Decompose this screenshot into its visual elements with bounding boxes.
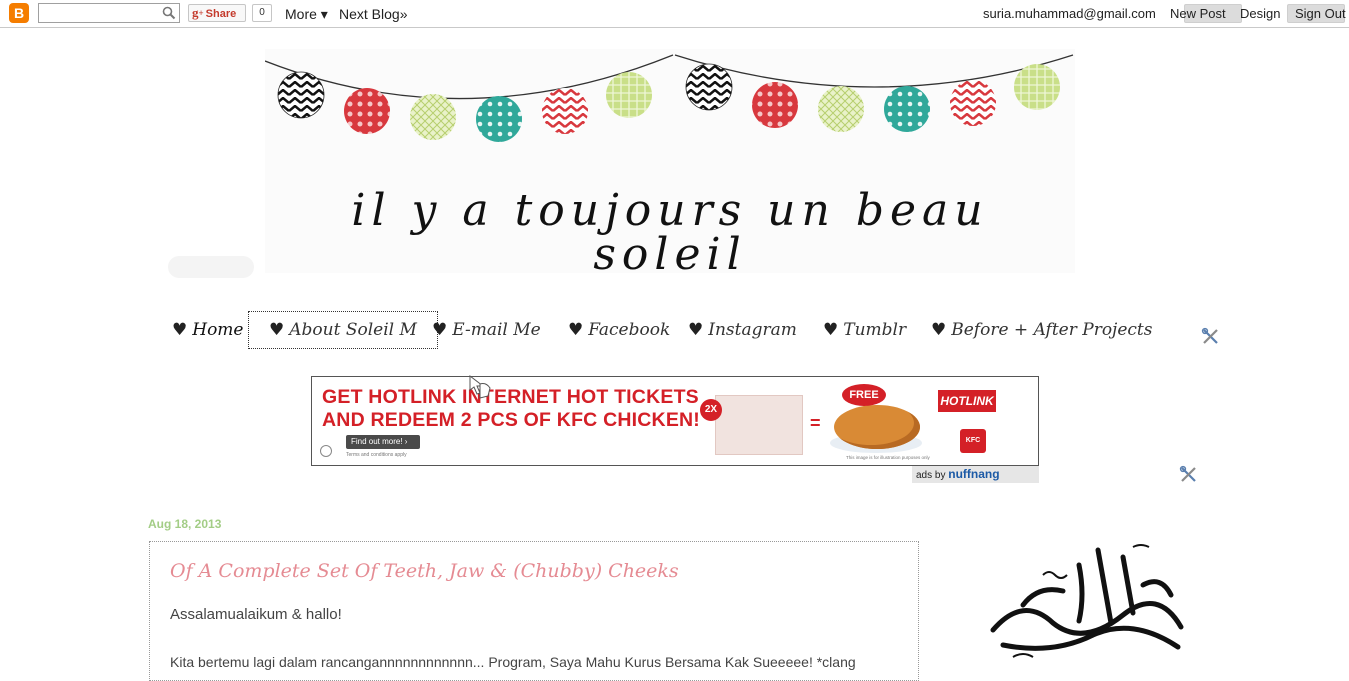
post-body: Kita bertemu lagi dalam rancangannnnnnnn… [170,654,856,670]
next-blog-link[interactable]: Next Blog» [339,6,407,22]
blogger-navbar: B g+ Share 0 More ▾ Next Blog» suria.muha… [0,0,1349,28]
sign-out-link[interactable]: Sign Out [1295,6,1346,21]
share-count: 0 [252,4,272,22]
tab-home[interactable]: ♥ Home [172,314,244,347]
ad-headline: GET HOTLINK INTERNET HOT TICKETS AND RED… [322,386,701,431]
tab-label: Instagram [708,320,797,340]
blog-title: il y a toujours un beau soleil [351,185,989,280]
kfc-logo: KFC [960,429,986,453]
tab-tumblr[interactable]: ♥ Tumblr [823,314,906,347]
heart-icon: ♥ [432,320,448,340]
tab-label: Home [192,320,244,340]
multiplier-badge: 2X [700,399,722,421]
nuffnang-logo: nuffnang [948,467,1000,481]
chicken-image [834,405,920,449]
tab-label: About Soleil M [289,320,417,340]
tab-instagram[interactable]: ♥ Instagram [688,314,797,347]
blog-post: Of A Complete Set Of Teeth, Jaw & (Chubb… [149,541,919,681]
tab-label: Tumblr [843,320,907,340]
blog-header[interactable]: il y a toujours un beau soleil [265,49,1075,277]
post-title[interactable]: Of A Complete Set Of Teeth, Jaw & (Chubb… [170,560,679,582]
search-icon[interactable] [162,6,176,20]
heart-icon: ♥ [172,320,188,340]
blogger-logo-icon[interactable]: B [9,3,29,23]
free-badge: FREE [842,384,886,406]
ad-disclaimer: This image is for illustration purposes … [846,455,930,460]
account-email[interactable]: suria.muhammad@gmail.com [983,6,1156,21]
heart-icon: ♥ [931,320,947,340]
header-watermark [168,256,254,278]
power-icon [320,445,332,457]
equals-sign: = [810,413,821,433]
share-label: Share [205,8,237,20]
heart-icon: ♥ [823,320,839,340]
ads-by-label: ads by [916,470,946,481]
find-out-more-button[interactable]: Find out more! › [346,435,420,449]
tab-label: Before + After Projects [951,320,1153,340]
post-date: Aug 18, 2013 [148,517,222,531]
hotlink-logo: HOTLINK [938,390,996,412]
new-post-link[interactable]: New Post [1170,6,1226,21]
tab-before-after-projects[interactable]: ♥ Before + After Projects [931,314,1152,347]
hand-cursor-icon [469,374,491,399]
wrench-screwdriver-icon[interactable] [1179,465,1199,485]
ticket-pack-image [715,395,803,455]
google-plus-share-button[interactable]: g+ Share [188,4,246,22]
post-greeting: Assalamualaikum & hallo! [170,606,342,623]
design-link[interactable]: Design [1240,6,1280,21]
google-plus-icon: g+ [192,5,204,20]
search-input[interactable] [42,5,164,23]
heart-icon: ♥ [688,320,704,340]
wrench-screwdriver-icon[interactable] [1201,327,1221,347]
calligraphy-image [990,544,1184,658]
ads-by-nuffnang[interactable]: ads by nuffnang [912,466,1039,483]
more-menu[interactable]: More ▾ [285,6,328,23]
tab-label: Facebook [588,320,671,340]
tab-about-soleil-m[interactable]: ♥ About Soleil M [248,311,438,349]
tab-label: E-mail Me [452,320,541,340]
heart-icon: ♥ [269,320,285,340]
ad-terms: Terms and conditions apply [346,452,407,458]
heart-icon: ♥ [568,320,584,340]
tab-facebook[interactable]: ♥ Facebook [568,314,670,347]
hotlink-kfc-banner-ad[interactable]: GET HOTLINK INTERNET HOT TICKETS AND RED… [311,376,1039,466]
tab-email-me[interactable]: ♥ E-mail Me [432,314,541,347]
blog-search [38,3,180,23]
